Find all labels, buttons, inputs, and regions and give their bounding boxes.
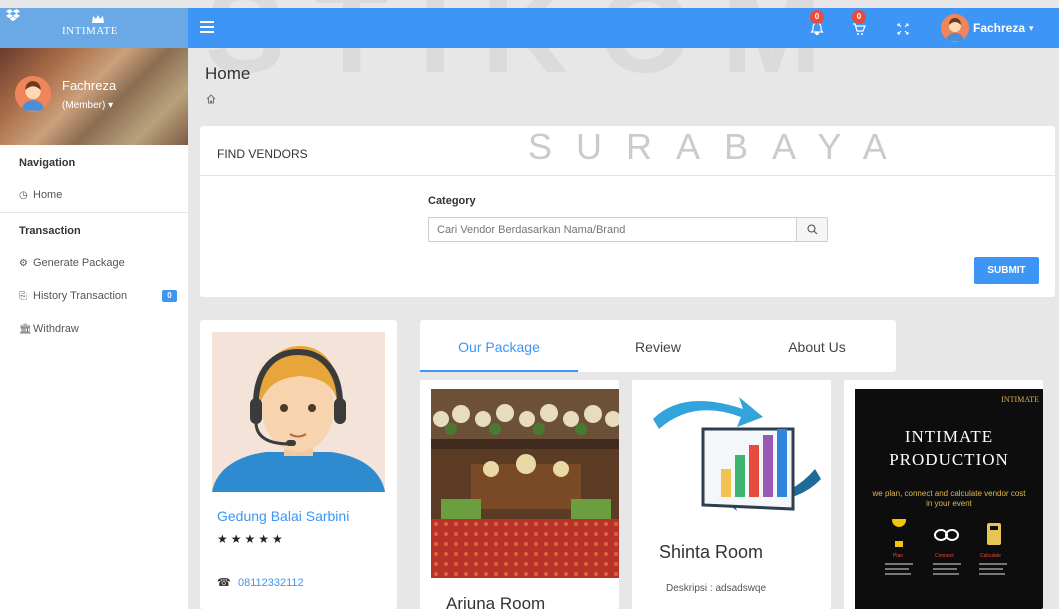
- sidebar-item-label: Withdraw: [33, 323, 79, 335]
- svg-text:Calculate: Calculate: [980, 553, 1001, 559]
- vendor-tabs: Our Package Review About Us: [420, 320, 896, 372]
- vendor-card: Gedung Balai Sarbini ★★★★★ ☎ 08112332112: [200, 320, 397, 609]
- tab-about-us[interactable]: About Us: [738, 320, 896, 372]
- crown-icon: [92, 15, 104, 23]
- production-title: PRODUCTION: [889, 450, 1009, 469]
- package-card-arjuna[interactable]: Arjuna Room: [420, 380, 619, 609]
- user-name: Fachreza: [973, 21, 1026, 35]
- search-group: [428, 217, 828, 242]
- intimate-tagline: we plan, connect and calculate vendor co…: [872, 489, 1026, 508]
- package-card-shinta[interactable]: Shinta Room Deskripsi : adsadswqe: [632, 380, 831, 609]
- profile-role-dropdown[interactable]: (Member) ▾: [62, 100, 113, 111]
- avatar: [15, 76, 51, 112]
- cart-badge: 0: [852, 10, 866, 24]
- fullscreen-button[interactable]: [891, 16, 915, 40]
- search-button[interactable]: [796, 218, 827, 241]
- watermark-text: SURABAYA: [528, 126, 911, 167]
- chevron-down-icon: ▾: [1029, 22, 1034, 33]
- top-navbar: INTIMATE 0 0 Fachreza ▾: [0, 8, 1059, 48]
- package-title: Arjuna Room: [446, 594, 546, 609]
- search-input[interactable]: [429, 218, 797, 241]
- sidebar-item-history-transaction[interactable]: ⎘ History Transaction 0: [0, 280, 188, 313]
- package-title: Shinta Room: [659, 542, 764, 562]
- svg-text:Plan: Plan: [893, 553, 903, 559]
- sidebar-item-label: Home: [33, 189, 63, 201]
- sidebar-item-label: History Transaction: [33, 290, 128, 302]
- brand-logo: INTIMATE: [62, 25, 118, 37]
- sidebar-item-generate-package[interactable]: ⚙ Generate Package: [0, 247, 188, 280]
- package-image-intimate: INTIMATE INTIMATE PRODUCTION we plan, co…: [855, 389, 1043, 609]
- page-title: Home: [205, 64, 251, 83]
- bell-icon: [810, 22, 824, 36]
- history-icon: ⎘: [19, 291, 27, 302]
- submit-button[interactable]: SUBMIT: [974, 257, 1039, 284]
- hamburger-icon[interactable]: [200, 19, 214, 33]
- search-icon: [807, 224, 818, 235]
- svg-text:Connect: Connect: [935, 553, 954, 559]
- notification-button[interactable]: 0: [806, 10, 830, 40]
- cart-button[interactable]: 0: [848, 10, 872, 40]
- bank-icon: 🏛: [19, 324, 32, 335]
- package-description: Deskripsi : adsadswqe: [666, 583, 767, 594]
- profile-name: Fachreza: [62, 78, 117, 93]
- avatar: [941, 14, 969, 42]
- gears-icon: ⚙: [19, 258, 28, 269]
- sidebar-item-withdraw[interactable]: 🏛Withdraw: [0, 313, 188, 346]
- sidebar-item-home[interactable]: ◷ Home: [0, 179, 188, 212]
- package-card-intimate-production[interactable]: INTIMATE INTIMATE PRODUCTION we plan, co…: [844, 380, 1043, 609]
- user-menu[interactable]: Fachreza ▾: [941, 12, 1034, 44]
- sidebar-item-label: Generate Package: [33, 257, 125, 269]
- fullscreen-icon: [897, 23, 909, 35]
- profile-role: (Member): [62, 100, 106, 111]
- home-icon[interactable]: [206, 94, 216, 104]
- notification-badge: 0: [810, 10, 824, 24]
- cart-icon: [853, 23, 866, 35]
- sidebar-profile: Fachreza (Member) ▾: [0, 48, 188, 145]
- vendor-rating-stars: ★★★★★: [217, 532, 286, 546]
- vendor-avatar-image: [212, 332, 385, 492]
- sidebar: Fachreza (Member) ▾ Navigation ◷ Home Tra…: [0, 48, 188, 609]
- phone-icon: ☎: [217, 577, 231, 589]
- vendor-name-link[interactable]: Gedung Balai Sarbini: [217, 508, 349, 524]
- package-image-arjuna: [431, 389, 619, 578]
- caret-down-icon: ▾: [108, 100, 114, 111]
- dashboard-icon: ◷: [19, 190, 28, 201]
- brand[interactable]: INTIMATE: [0, 8, 188, 48]
- transaction-heading: Transaction: [19, 225, 81, 237]
- tab-review[interactable]: Review: [578, 320, 738, 372]
- vendor-phone-link[interactable]: 08112332112: [238, 577, 304, 589]
- dropbox-icon: [6, 9, 20, 22]
- category-label: Category: [428, 195, 476, 207]
- tab-our-package[interactable]: Our Package: [420, 320, 578, 372]
- nav-heading: Navigation: [19, 157, 76, 169]
- history-badge: 0: [162, 290, 177, 302]
- intimate-logo-small: INTIMATE: [1001, 395, 1039, 404]
- plan-connect-calculate-icons: Plan Connect Calculate: [885, 519, 1007, 575]
- intimate-title: INTIMATE: [904, 427, 994, 446]
